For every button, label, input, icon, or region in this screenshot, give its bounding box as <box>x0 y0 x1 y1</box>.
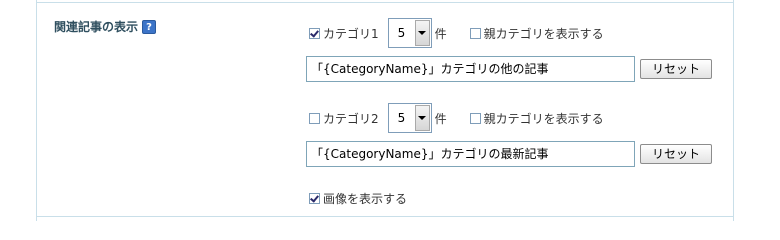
category1-count-select[interactable]: 5 <box>387 18 432 48</box>
category1-count-value: 5 <box>397 26 406 40</box>
help-icon[interactable]: ? <box>142 19 157 34</box>
bottom-divider <box>36 216 734 217</box>
category2-row: カテゴリ2 5 件 親カテゴリを表示する <box>309 103 604 133</box>
top-divider <box>36 2 734 3</box>
category1-parent-option[interactable]: 親カテゴリを表示する <box>469 25 604 42</box>
category2-count-select[interactable]: 5 <box>387 103 432 133</box>
category2-count-value: 5 <box>397 111 406 125</box>
chevron-down-icon[interactable] <box>414 105 430 131</box>
category1-checkbox-label[interactable]: カテゴリ1 <box>309 25 379 42</box>
category2-label: カテゴリ2 <box>323 111 379 126</box>
chevron-down-icon[interactable] <box>414 20 430 46</box>
category2-parent-checkbox[interactable] <box>469 112 481 124</box>
category2-checkbox-label[interactable]: カテゴリ2 <box>309 110 379 127</box>
category1-parent-checkbox[interactable] <box>469 27 481 39</box>
section-title-text: 関連記事の表示 <box>54 20 139 34</box>
category1-title-input[interactable]: 「{CategoryName}」カテゴリの他の記事 <box>306 56 635 82</box>
show-image-option[interactable]: 画像を表示する <box>309 190 407 207</box>
category1-checkbox[interactable] <box>309 27 320 39</box>
category1-label: カテゴリ1 <box>323 26 379 41</box>
category2-count-unit: 件 <box>434 111 447 126</box>
category1-reset-button[interactable]: リセット <box>640 59 712 79</box>
category2-checkbox[interactable] <box>309 112 320 124</box>
category1-row: カテゴリ1 5 件 親カテゴリを表示する <box>309 18 604 48</box>
show-image-label: 画像を表示する <box>323 192 408 206</box>
category2-reset-button[interactable]: リセット <box>640 144 712 164</box>
section-title: 関連記事の表示 ? <box>54 18 157 35</box>
category2-parent-label: 親カテゴリを表示する <box>483 111 604 126</box>
category2-title-input[interactable]: 「{CategoryName}」カテゴリの最新記事 <box>306 141 635 167</box>
category1-parent-label: 親カテゴリを表示する <box>483 26 604 41</box>
category2-parent-option[interactable]: 親カテゴリを表示する <box>469 110 604 127</box>
show-image-checkbox[interactable] <box>309 193 320 204</box>
category1-count-unit: 件 <box>434 26 447 41</box>
